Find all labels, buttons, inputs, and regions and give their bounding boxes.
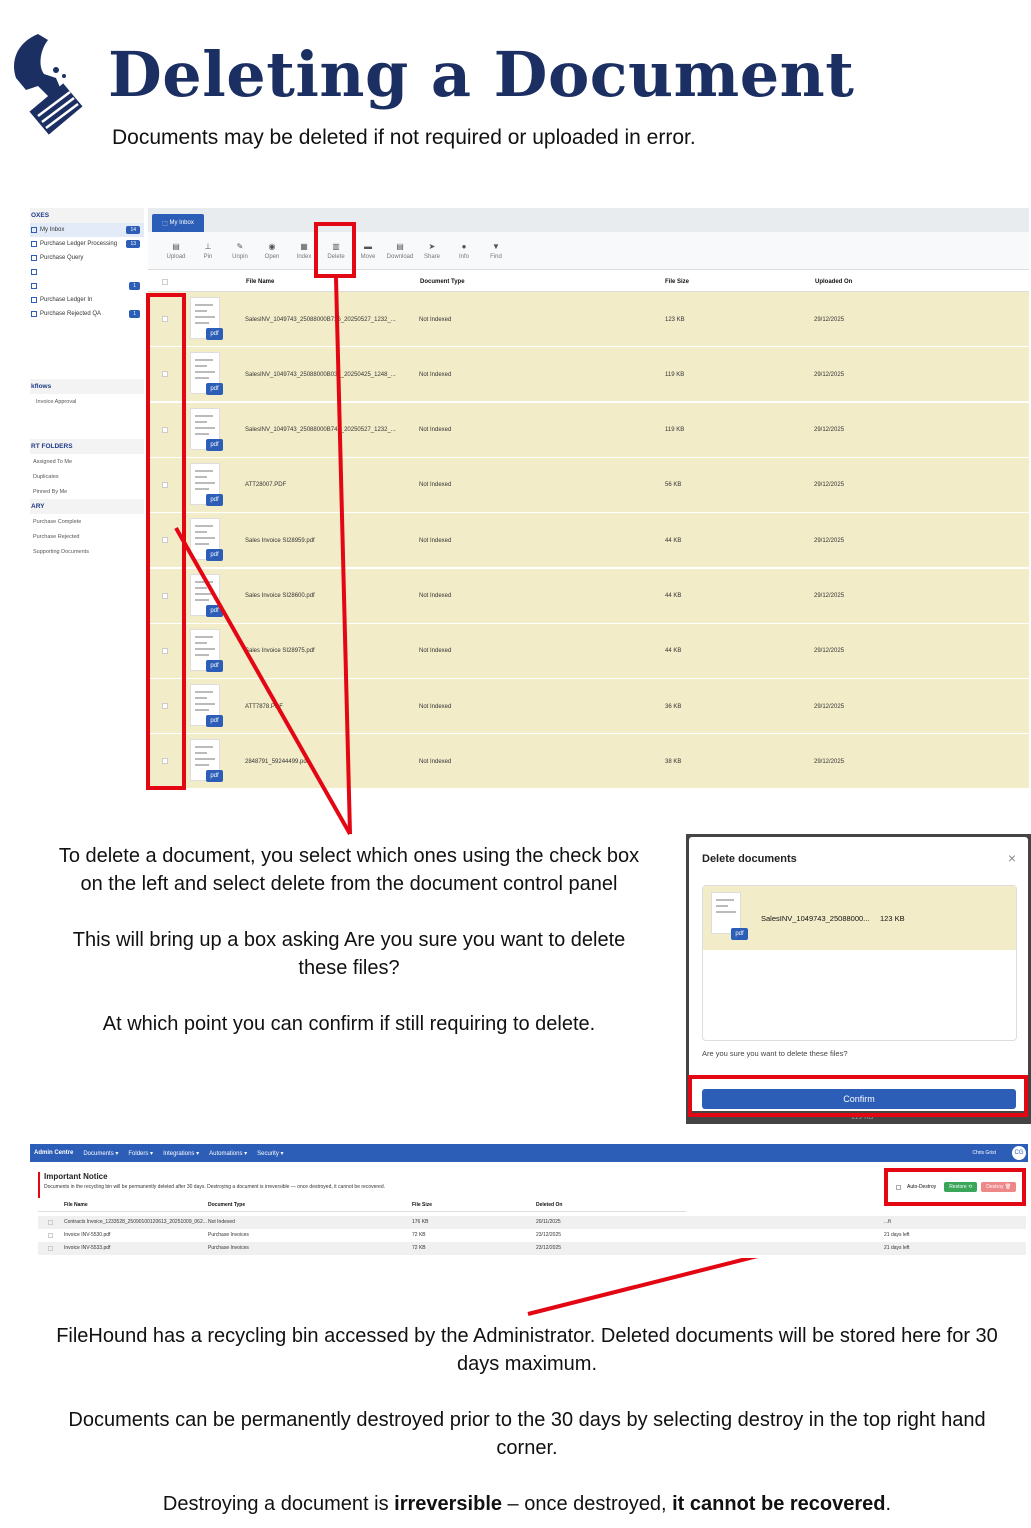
bin-row[interactable]: Contracts Invoice_1233528_25090100120613… bbox=[38, 1216, 1026, 1229]
bin-deleted-on: 23/12/2025 bbox=[536, 1245, 562, 1251]
admin-navbar: Admin Centre Documents ▾ Folders ▾ Integ… bbox=[30, 1144, 1028, 1162]
recycle-text-block: FileHound has a recycling bin accessed b… bbox=[38, 1322, 1016, 1518]
nav-admin-centre[interactable]: Admin Centre bbox=[34, 1150, 73, 1156]
bin-col-document-type[interactable]: Document Type bbox=[208, 1202, 245, 1208]
notice-title: Important Notice bbox=[44, 1172, 108, 1181]
instruction-dialog: This will bring up a box asking Are you … bbox=[72, 929, 626, 979]
nav-documents[interactable]: Documents ▾ bbox=[83, 1150, 118, 1157]
instruction-confirm: At which point you can confirm if still … bbox=[102, 1013, 596, 1035]
dialog-question: Are you sure you want to delete these fi… bbox=[702, 1049, 848, 1058]
bin-row-checkbox[interactable] bbox=[48, 1220, 53, 1225]
bin-table-header: File Name Document Type File Size Delete… bbox=[38, 1202, 686, 1212]
pdf-badge: pdf bbox=[731, 928, 748, 940]
avatar[interactable]: CG bbox=[1012, 1146, 1026, 1160]
bin-row[interactable]: Invoice INV-5533.pdf Purchase Invoices 72 … bbox=[38, 1242, 1026, 1255]
delete-dialog: Delete documents × pdf SalesINV_1049743_… bbox=[689, 837, 1028, 1111]
user-name: Chris Grist bbox=[972, 1150, 996, 1156]
nav-integrations[interactable]: Integrations ▾ bbox=[163, 1150, 199, 1157]
bin-file-name: Invoice INV-5533.pdf bbox=[64, 1245, 111, 1251]
bin-row-checkbox[interactable] bbox=[48, 1233, 53, 1238]
dialog-file-list: pdf SalesINV_1049743_25088000... 123 KB bbox=[702, 885, 1017, 1041]
bin-row[interactable]: Invoice INV-5530.pdf Purchase Invoices 72 … bbox=[38, 1229, 1026, 1242]
nav-security[interactable]: Security ▾ bbox=[257, 1150, 283, 1157]
instruction-select: To delete a document, you select which o… bbox=[58, 845, 640, 895]
important-notice: Important Notice Documents in the recycl… bbox=[38, 1172, 1026, 1198]
recycle-paragraph-1: FileHound has a recycling bin accessed b… bbox=[56, 1325, 998, 1375]
nav-folders[interactable]: Folders ▾ bbox=[128, 1150, 153, 1157]
dialog-title: Delete documents bbox=[702, 853, 797, 865]
bin-file-name: Invoice INV-5530.pdf bbox=[64, 1232, 111, 1238]
bin-deleted-on: 20/11/2025 bbox=[536, 1219, 561, 1225]
bin-document-type: Purchase Invoices bbox=[208, 1232, 249, 1238]
bin-file-size: 72 KB bbox=[412, 1232, 426, 1238]
recycle-bin-screenshot: Admin Centre Documents ▾ Folders ▾ Integ… bbox=[30, 1144, 1028, 1258]
notice-text: Documents in the recycling bin will be p… bbox=[44, 1184, 386, 1190]
bin-file-size: 72 KB bbox=[412, 1245, 426, 1251]
bin-deleted-on: 23/12/2025 bbox=[536, 1232, 562, 1238]
dialog-file-item: pdf SalesINV_1049743_25088000... 123 KB bbox=[703, 886, 1016, 950]
bin-document-type: Purchase Invoices bbox=[208, 1245, 249, 1251]
bin-days-left: 21 days left bbox=[884, 1245, 910, 1251]
bin-row-checkbox[interactable] bbox=[48, 1246, 53, 1251]
destroy-highlight bbox=[884, 1168, 1026, 1206]
dialog-file-name: SalesINV_1049743_25088000... bbox=[761, 914, 870, 923]
bin-document-type: Not Indexed bbox=[208, 1219, 235, 1225]
dialog-file-size: 123 KB bbox=[880, 914, 905, 923]
confirm-highlight bbox=[688, 1075, 1028, 1117]
instructions-block: To delete a document, you select which o… bbox=[50, 842, 648, 1038]
arrow-lines bbox=[174, 277, 961, 1316]
recycle-paragraph-3: Destroying a document is irreversible – … bbox=[162, 1493, 892, 1515]
recycle-paragraph-2: Documents can be permanently destroyed p… bbox=[68, 1409, 986, 1459]
bin-col-file-name[interactable]: File Name bbox=[64, 1202, 88, 1208]
nav-automations[interactable]: Automations ▾ bbox=[209, 1150, 247, 1157]
bin-file-name: Contracts Invoice_1233528_25090100120613… bbox=[64, 1219, 207, 1225]
bin-col-file-size[interactable]: File Size bbox=[412, 1202, 432, 1208]
bin-file-size: 176 KB bbox=[412, 1219, 429, 1225]
bin-col-deleted-on[interactable]: Deleted On bbox=[536, 1202, 562, 1208]
close-icon[interactable]: × bbox=[1008, 850, 1016, 866]
bin-days-left: ...ft bbox=[884, 1219, 891, 1225]
bin-days-left: 21 days left bbox=[884, 1232, 910, 1238]
